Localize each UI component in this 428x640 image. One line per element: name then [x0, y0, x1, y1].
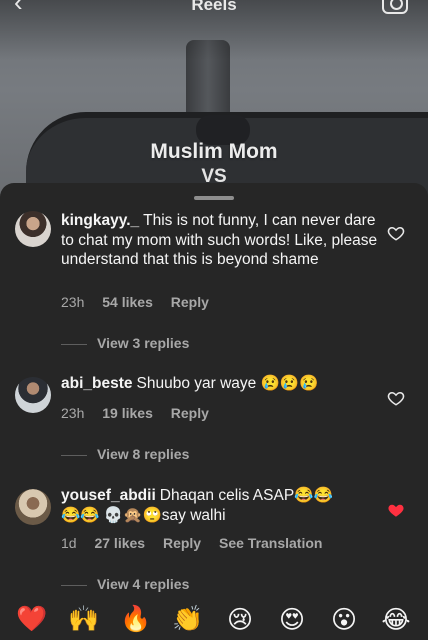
comment-time: 23h: [61, 405, 85, 421]
comment-username[interactable]: kingkayy._: [61, 212, 139, 229]
comment-text: kingkayy._ This is not funny, I can never…: [61, 211, 379, 270]
emoji-clap-button[interactable]: 👏: [170, 601, 206, 637]
comment-text: abi_beste Shuubo yar waye 😢😢😢: [61, 374, 379, 394]
emoji-reaction-bar: ❤️ 🙌 🔥 👏 😢 😍 😮 😂: [0, 598, 428, 640]
comment-text: yousef_abdii Dhaqan celis ASAP😂😂 😂😂 💀🙊🙄sa…: [61, 486, 379, 525]
comment-meta: 1d 27 likes Reply See Translation: [61, 535, 336, 551]
heart-outline-icon[interactable]: [387, 224, 405, 242]
comment-body: Dhaqan celis ASAP😂😂: [159, 487, 333, 504]
view-replies-button[interactable]: View 8 replies: [61, 446, 189, 462]
comment-meta: 23h 54 likes Reply: [61, 294, 223, 310]
heart-outline-icon[interactable]: [387, 389, 405, 407]
comments-sheet: kingkayy._ This is not funny, I can never…: [0, 183, 428, 640]
view-replies-button[interactable]: View 4 replies: [61, 576, 189, 592]
avatar[interactable]: [15, 211, 51, 247]
comment-meta: 23h 19 likes Reply: [61, 405, 223, 421]
camera-icon[interactable]: [382, 0, 408, 14]
comment-time: 23h: [61, 294, 85, 310]
emoji-heart-button[interactable]: ❤️: [14, 601, 50, 637]
comment-username[interactable]: yousef_abdii: [61, 487, 156, 504]
page-title: Reels: [191, 0, 237, 14]
reply-button[interactable]: Reply: [163, 535, 201, 551]
comment-likes[interactable]: 54 likes: [102, 294, 153, 310]
emoji-heart-eyes-button[interactable]: 😍: [274, 601, 310, 637]
comment-username[interactable]: abi_beste: [61, 375, 133, 392]
video-overlay-text: Muslim Mom: [150, 140, 278, 163]
emoji-cry-button[interactable]: 😢: [222, 601, 258, 637]
avatar[interactable]: [15, 489, 51, 525]
emoji-raised-hands-button[interactable]: 🙌: [66, 601, 102, 637]
emoji-surprised-button[interactable]: 😮: [326, 601, 362, 637]
comment-time: 1d: [61, 535, 77, 551]
comment-likes[interactable]: 27 likes: [94, 535, 145, 551]
sheet-grabber[interactable]: [194, 196, 234, 200]
comment-likes[interactable]: 19 likes: [102, 405, 153, 421]
heart-filled-icon[interactable]: [387, 501, 405, 519]
see-translation-button[interactable]: See Translation: [219, 535, 322, 551]
comment-body-line2: 😂😂 💀🙊🙄say walhi: [61, 506, 226, 524]
reply-button[interactable]: Reply: [171, 294, 209, 310]
emoji-laughing-button[interactable]: 😂: [378, 601, 414, 637]
comment-body: Shuubo yar waye 😢😢😢: [136, 375, 319, 392]
emoji-fire-button[interactable]: 🔥: [118, 601, 154, 637]
view-replies-button[interactable]: View 3 replies: [61, 335, 189, 351]
reel-video-background[interactable]: ‹ Reels Muslim Mom VS: [0, 0, 428, 200]
reply-button[interactable]: Reply: [171, 405, 209, 421]
avatar[interactable]: [15, 377, 51, 413]
